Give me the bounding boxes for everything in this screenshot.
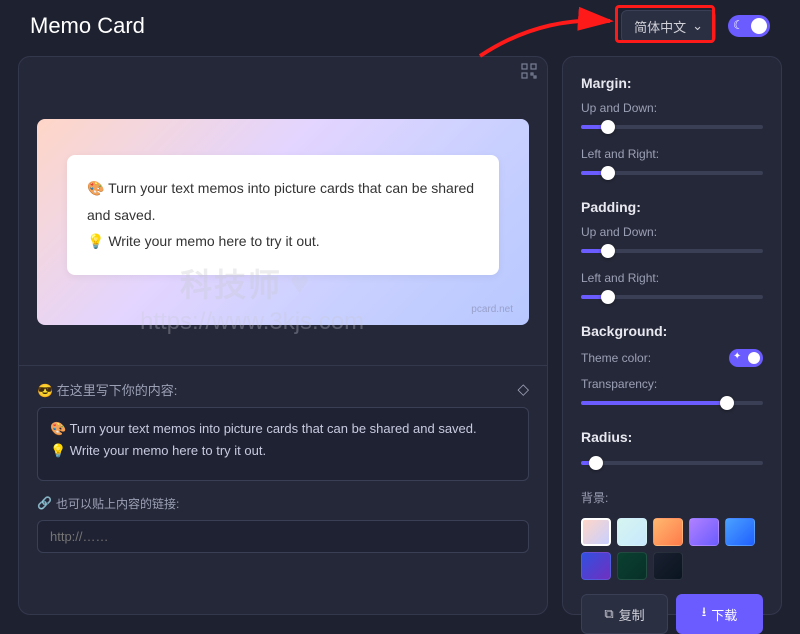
- settings-panel: Margin: Up and Down: Left and Right: Pad…: [562, 56, 782, 615]
- preview-area: 🎨 Turn your text memos into picture card…: [19, 57, 547, 365]
- page-title: Memo Card: [30, 13, 145, 39]
- padding-section-title: Padding:: [581, 199, 763, 215]
- radius-section-title: Radius:: [581, 429, 763, 445]
- preview-card-background: 🎨 Turn your text memos into picture card…: [37, 119, 529, 325]
- preview-line: 🎨 Turn your text memos into picture card…: [87, 175, 479, 228]
- eraser-icon[interactable]: ◇: [517, 380, 529, 398]
- margin-lr-slider[interactable]: [581, 165, 763, 181]
- language-select[interactable]: 简体中文 ⌄: [621, 10, 716, 43]
- memo-textarea[interactable]: 🎨 Turn your text memos into picture card…: [37, 407, 529, 481]
- background-swatch[interactable]: [653, 518, 683, 546]
- link-icon: 🔗: [37, 496, 52, 510]
- copy-button-label: 复制: [619, 605, 645, 624]
- background-swatch[interactable]: [689, 518, 719, 546]
- padding-lr-label: Left and Right:: [581, 271, 763, 285]
- link-input[interactable]: [37, 520, 529, 553]
- copy-button[interactable]: ⧉ 复制: [581, 594, 668, 634]
- textarea-line: 💡 Write your memo here to try it out.: [50, 440, 516, 462]
- background-swatch[interactable]: [581, 552, 611, 580]
- background-section-title: Background:: [581, 323, 763, 339]
- chevron-down-icon: ⌄: [692, 18, 703, 34]
- editor-panel: 🎨 Turn your text memos into picture card…: [18, 56, 548, 615]
- margin-ud-slider[interactable]: [581, 119, 763, 135]
- moon-icon: ☾: [733, 18, 744, 32]
- padding-ud-slider[interactable]: [581, 243, 763, 259]
- theme-toggle[interactable]: ☾: [728, 15, 770, 37]
- download-icon: ⭳: [702, 603, 707, 625]
- link-field-label: 🔗 也可以贴上内容的链接:: [37, 495, 529, 512]
- transparency-label: Transparency:: [581, 377, 763, 391]
- margin-ud-label: Up and Down:: [581, 101, 763, 115]
- copy-icon: ⧉: [604, 606, 613, 622]
- background-swatch[interactable]: [617, 518, 647, 546]
- background-swatch[interactable]: [581, 518, 611, 546]
- radius-slider[interactable]: [581, 455, 763, 471]
- download-button[interactable]: ⭳ 下载: [676, 594, 763, 634]
- editor-label: 😎 在这里写下你的内容:: [37, 380, 177, 399]
- textarea-line: 🎨 Turn your text memos into picture card…: [50, 418, 516, 440]
- toggle-knob: [751, 18, 767, 34]
- background-swatch[interactable]: [725, 518, 755, 546]
- qr-icon[interactable]: [521, 63, 537, 82]
- margin-section-title: Margin:: [581, 75, 763, 91]
- card-watermark: pcard.net: [471, 304, 513, 315]
- sparkle-icon: ✦: [733, 351, 741, 362]
- language-label: 简体中文: [634, 17, 686, 36]
- background-swatch[interactable]: [617, 552, 647, 580]
- preview-card-inner: 🎨 Turn your text memos into picture card…: [67, 155, 499, 275]
- margin-lr-label: Left and Right:: [581, 147, 763, 161]
- theme-color-toggle[interactable]: ✦: [729, 349, 763, 367]
- preview-line: 💡 Write your memo here to try it out.: [87, 228, 479, 255]
- padding-lr-slider[interactable]: [581, 289, 763, 305]
- swatch-section-title: 背景:: [581, 489, 763, 506]
- background-swatch-grid: [581, 518, 763, 580]
- transparency-slider[interactable]: [581, 395, 763, 411]
- padding-ud-label: Up and Down:: [581, 225, 763, 239]
- theme-color-label: Theme color:: [581, 351, 651, 365]
- download-button-label: 下载: [711, 605, 737, 624]
- background-swatch[interactable]: [653, 552, 683, 580]
